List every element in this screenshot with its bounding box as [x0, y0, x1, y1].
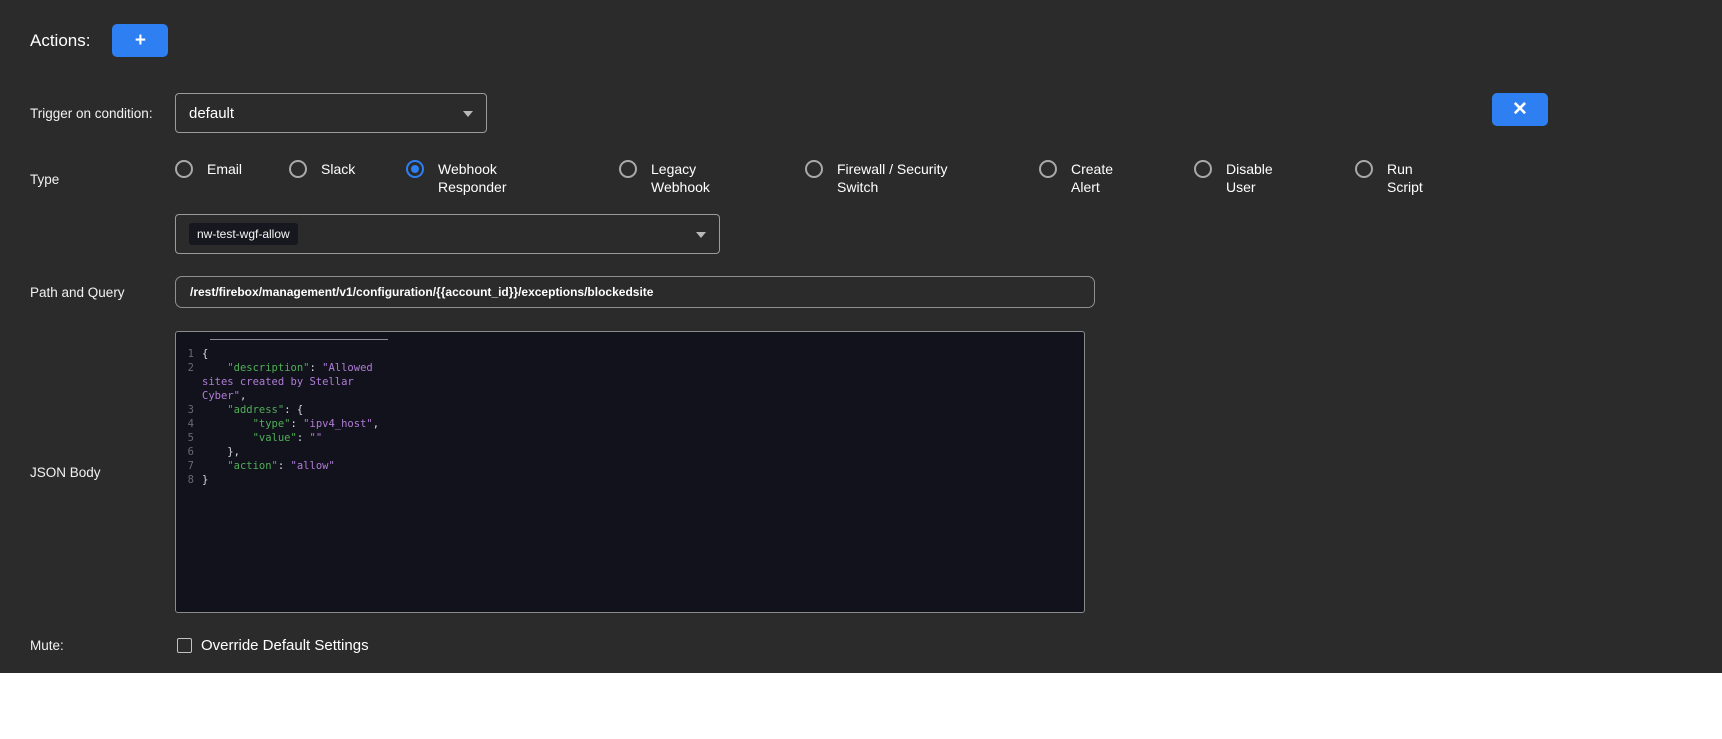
- code-line: 5 "value": "": [176, 431, 1084, 445]
- radio-icon[interactable]: [805, 160, 823, 178]
- trigger-condition-row: Trigger on condition: default: [30, 93, 1722, 133]
- line-number: 7: [176, 459, 202, 473]
- json-editor-lines: 1{2 "description": "Allowed sites create…: [176, 347, 1084, 487]
- type-radio-webhook-responder[interactable]: Webhook Responder: [406, 158, 619, 196]
- type-radio-email[interactable]: Email: [175, 158, 289, 178]
- line-number: 2: [176, 361, 202, 375]
- line-content: },: [202, 445, 392, 459]
- type-radio-disable-user[interactable]: Disable User: [1194, 158, 1355, 196]
- remove-action-button[interactable]: ✕: [1492, 93, 1548, 126]
- type-label: Type: [30, 158, 175, 254]
- radio-icon[interactable]: [619, 160, 637, 178]
- code-line: 6 },: [176, 445, 1084, 459]
- radio-icon[interactable]: [175, 160, 193, 178]
- line-number: 6: [176, 445, 202, 459]
- line-number: 1: [176, 347, 202, 361]
- radio-icon[interactable]: [289, 160, 307, 178]
- path-and-query-input[interactable]: [175, 276, 1095, 308]
- path-and-query-row: Path and Query: [30, 276, 1722, 308]
- chevron-down-icon: [696, 232, 706, 238]
- code-line: 7 "action": "allow": [176, 459, 1084, 473]
- type-row: Type Email Slack Webhook Responder Legacy W…: [30, 158, 1722, 254]
- mute-label: Mute:: [30, 638, 175, 653]
- radio-icon[interactable]: [1194, 160, 1212, 178]
- actions-label: Actions:: [30, 31, 90, 51]
- line-content: "description": "Allowed sites created by…: [202, 361, 392, 403]
- json-body-row: JSON Body 1{2 "description": "Allowed si…: [30, 331, 1722, 613]
- radio-label: Disable User: [1226, 158, 1288, 196]
- type-radio-legacy-webhook[interactable]: Legacy Webhook: [619, 158, 805, 196]
- type-radio-firewall-security-switch[interactable]: Firewall / Security Switch: [805, 158, 1039, 196]
- radio-label: Run Script: [1387, 158, 1439, 196]
- type-radio-run-script[interactable]: Run Script: [1355, 158, 1465, 196]
- add-action-button[interactable]: +: [112, 24, 168, 57]
- line-number: 8: [176, 473, 202, 487]
- override-checkbox-label[interactable]: Override Default Settings: [201, 637, 369, 654]
- path-and-query-label: Path and Query: [30, 285, 175, 300]
- type-radio-create-alert[interactable]: Create Alert: [1039, 158, 1194, 196]
- trigger-condition-value: default: [189, 105, 234, 122]
- override-default-settings: Override Default Settings: [177, 637, 369, 654]
- responder-selected-chip: nw-test-wgf-allow: [189, 223, 298, 245]
- line-number: 5: [176, 431, 202, 445]
- editor-divider: [210, 339, 388, 340]
- trigger-condition-label: Trigger on condition:: [30, 106, 175, 121]
- radio-label: Slack: [321, 158, 355, 178]
- code-line: 4 "type": "ipv4_host",: [176, 417, 1084, 431]
- trigger-condition-dropdown[interactable]: default: [175, 93, 487, 133]
- type-radio-group: Email Slack Webhook Responder Legacy Webhoo…: [175, 158, 1465, 196]
- line-number: 4: [176, 417, 202, 431]
- code-line: 8}: [176, 473, 1084, 487]
- code-line: 2 "description": "Allowed sites created …: [176, 361, 1084, 403]
- line-number: 3: [176, 403, 202, 417]
- mute-row: Mute: Override Default Settings: [30, 637, 1722, 654]
- line-content: "value": "": [202, 431, 392, 445]
- radio-label: Legacy Webhook: [651, 158, 723, 196]
- page-background-below-panel: [0, 673, 1722, 739]
- action-config-panel: Actions: + ✕ Trigger on condition: defau…: [0, 0, 1722, 673]
- line-content: "action": "allow": [202, 459, 392, 473]
- code-line: 1{: [176, 347, 1084, 361]
- json-body-editor[interactable]: 1{2 "description": "Allowed sites create…: [175, 331, 1085, 613]
- radio-label: Webhook Responder: [438, 158, 530, 196]
- json-body-label: JSON Body: [30, 465, 175, 480]
- radio-icon[interactable]: [406, 160, 424, 178]
- chevron-down-icon: [463, 111, 473, 117]
- line-content: "type": "ipv4_host",: [202, 417, 392, 431]
- line-content: "address": {: [202, 403, 392, 417]
- radio-label: Create Alert: [1071, 158, 1129, 196]
- radio-icon[interactable]: [1039, 160, 1057, 178]
- type-content: Email Slack Webhook Responder Legacy Webhoo…: [175, 158, 1465, 254]
- radio-label: Firewall / Security Switch: [837, 158, 965, 196]
- type-radio-slack[interactable]: Slack: [289, 158, 406, 178]
- line-content: }: [202, 473, 392, 487]
- radio-label: Email: [207, 158, 242, 178]
- actions-header: Actions: +: [30, 24, 1722, 57]
- responder-dropdown[interactable]: nw-test-wgf-allow: [175, 214, 720, 254]
- radio-icon[interactable]: [1355, 160, 1373, 178]
- code-line: 3 "address": {: [176, 403, 1084, 417]
- line-content: {: [202, 347, 392, 361]
- override-checkbox[interactable]: [177, 638, 192, 653]
